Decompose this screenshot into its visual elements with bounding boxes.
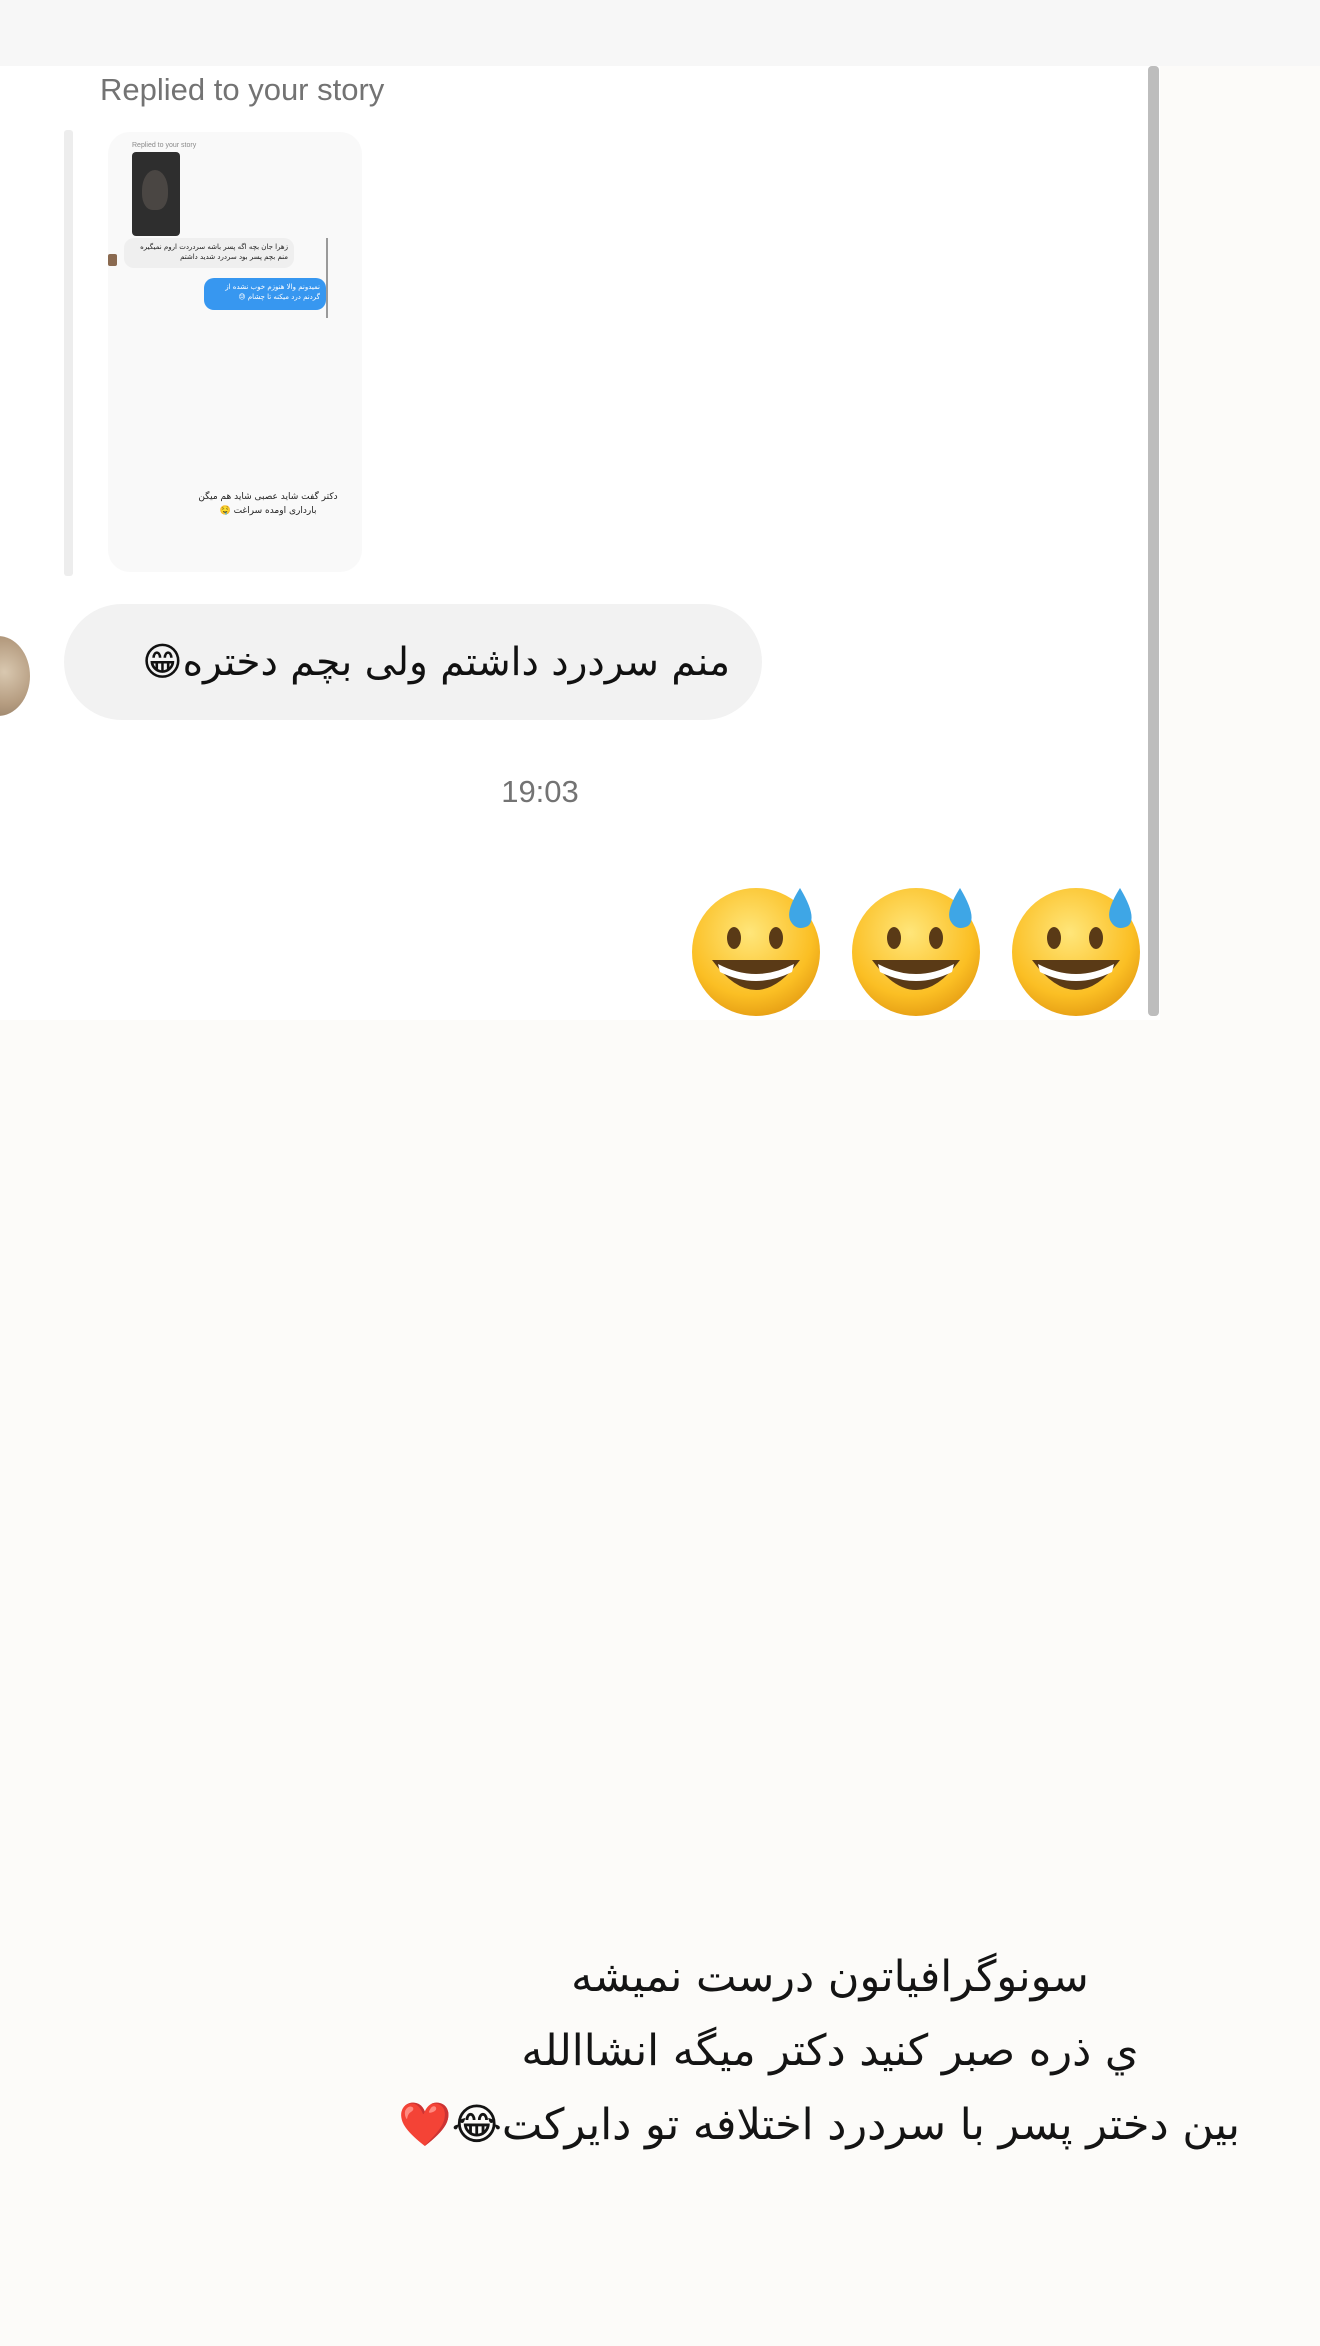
story-preview[interactable]: Replied to your story زهرا جان بچه اگه پ… [108, 132, 362, 572]
preview-divider [326, 238, 328, 318]
story-caption-line: سونوگرافیاتون درست نمیشه [571, 1952, 1089, 2002]
grinning-face-with-sweat-icon [688, 880, 828, 1020]
message-timestamp: 19:03 [501, 774, 579, 809]
story-caption-line: ي ذره صبر کنید دکتر میگه انشاالله [521, 2026, 1139, 2076]
preview-avatar [108, 254, 117, 266]
scrollbar[interactable] [1148, 66, 1159, 1016]
preview-story-thumbnail [132, 152, 180, 236]
grinning-face-with-sweat-icon [848, 880, 988, 1020]
replied-to-story-label: Replied to your story [100, 72, 385, 107]
grinning-face-with-sweat-icon [1008, 880, 1148, 1020]
sent-emoji-message[interactable] [678, 880, 1148, 1030]
reply-quote-bar [64, 130, 73, 576]
story-caption-line: بین دختر پسر با سردرد اختلافه تو دایرکت😂… [398, 2100, 1240, 2150]
top-strip [0, 0, 1320, 66]
preview-caption: دکتر گفت شاید عصبی شاید هم میگن بارداری … [198, 492, 338, 516]
story-caption: سونوگرافیاتون درست نمیشه ي ذره صبر کنید … [398, 1940, 1240, 2162]
preview-replied-label: Replied to your story [132, 142, 197, 149]
incoming-message-text: منم سردرد داشتم ولی بچم دختره😁 [141, 640, 730, 685]
preview-outgoing-message: نمیدونم والا هنوزم خوب نشده از گردنم درد… [204, 278, 326, 310]
preview-incoming-message: زهرا جان بچه اگه پسر باشه سردردت اروم نم… [124, 238, 294, 268]
